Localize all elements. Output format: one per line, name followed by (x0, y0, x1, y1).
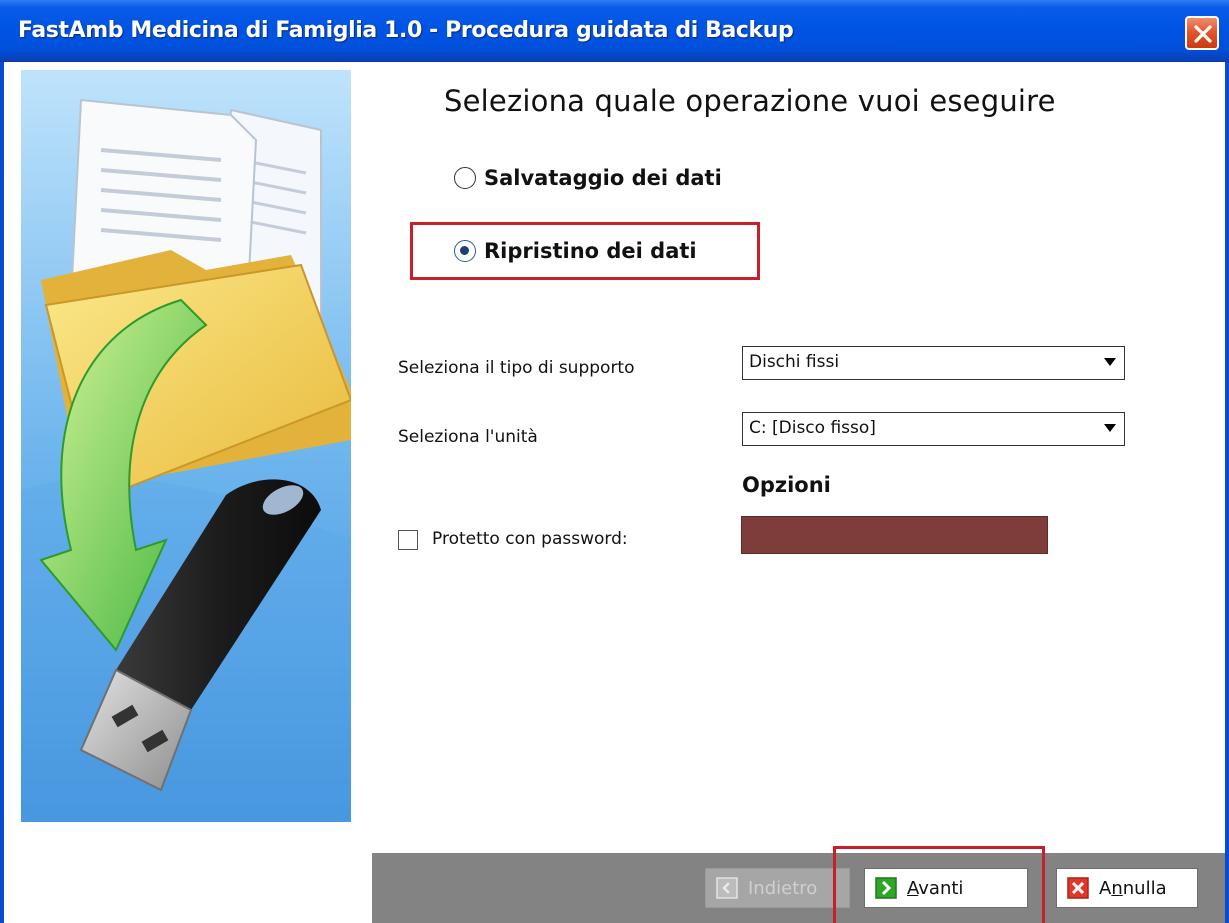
support-type-combo[interactable]: Dischi fissi (742, 346, 1125, 380)
chevron-down-icon[interactable] (1104, 424, 1116, 432)
next-rest: vanti (918, 877, 964, 899)
back-button[interactable]: Indietro (705, 868, 850, 908)
password-field[interactable] (741, 516, 1048, 554)
window-frame-left (0, 62, 4, 923)
page-heading: Seleziona quale operazione vuoi eseguire (444, 84, 1056, 118)
unit-value: C: [Disco fisso] (749, 418, 876, 438)
support-type-label: Seleziona il tipo di supporto (398, 358, 635, 378)
unit-label: Seleziona l'unità (398, 427, 538, 447)
window-title: FastAmb Medicina di Famiglia 1.0 - Proce… (18, 18, 794, 43)
cancel-x-icon (1067, 877, 1089, 899)
cancel-prefix: A (1099, 877, 1112, 899)
unit-combo[interactable]: C: [Disco fisso] (742, 412, 1125, 446)
radio-salvataggio[interactable]: Salvataggio dei dati (454, 166, 722, 190)
password-label: Protetto con password: (432, 529, 628, 549)
cancel-mnemonic: n (1111, 877, 1123, 899)
radio-button-unchecked[interactable] (454, 167, 476, 189)
close-button[interactable] (1185, 16, 1219, 50)
title-bar: FastAmb Medicina di Famiglia 1.0 - Proce… (0, 0, 1229, 62)
next-arrow-icon (875, 877, 897, 899)
password-checkbox[interactable] (398, 530, 418, 550)
cancel-rest: nulla (1122, 877, 1167, 899)
chevron-down-icon[interactable] (1104, 358, 1116, 366)
window-frame-right (1225, 62, 1229, 923)
radio-button-checked[interactable] (454, 240, 476, 262)
support-type-value: Dischi fissi (749, 352, 840, 372)
options-title: Opzioni (742, 473, 831, 497)
back-button-label: Indietro (748, 877, 818, 899)
cancel-button-label: Annulla (1099, 878, 1167, 899)
cancel-button[interactable]: Annulla (1056, 868, 1198, 908)
next-button[interactable]: Avanti (864, 868, 1028, 908)
wizard-illustration (21, 70, 351, 822)
next-button-label: Avanti (907, 878, 963, 899)
wizard-window: FastAmb Medicina di Famiglia 1.0 - Proce… (0, 0, 1229, 923)
radio-ripristino[interactable]: Ripristino dei dati (454, 239, 697, 263)
radio-salvataggio-label: Salvataggio dei dati (484, 166, 722, 190)
next-mnemonic: A (907, 877, 919, 899)
radio-ripristino-label: Ripristino dei dati (484, 239, 697, 263)
close-icon (1194, 25, 1212, 43)
back-arrow-icon (716, 877, 738, 899)
